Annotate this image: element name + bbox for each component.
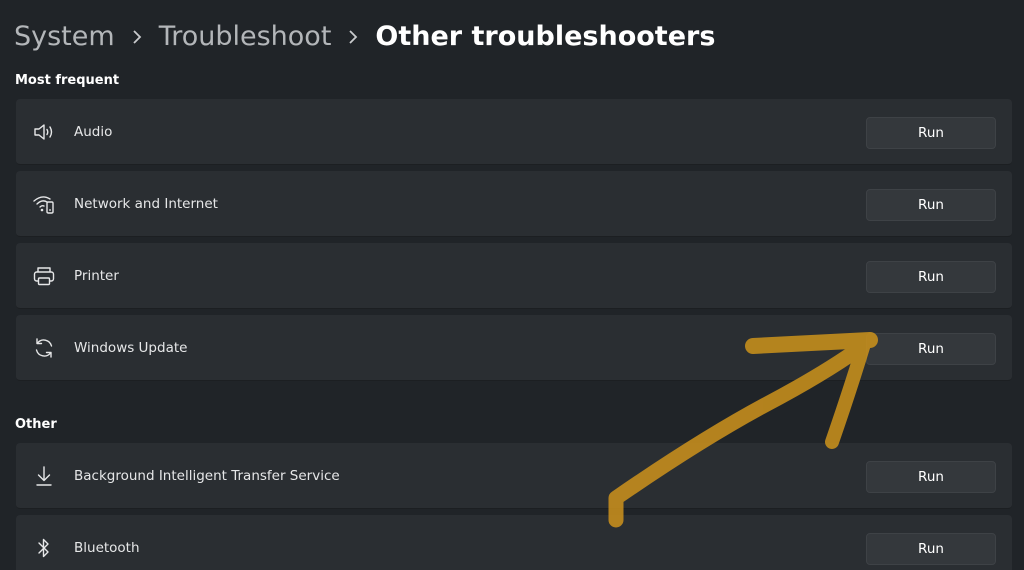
section-header-other: Other: [15, 417, 57, 432]
row-label: Printer: [74, 268, 119, 284]
chevron-right-icon: [115, 21, 159, 52]
breadcrumb: System Troubleshoot Other troubleshooter…: [14, 16, 715, 56]
printer-icon: [32, 264, 56, 288]
run-button-bits[interactable]: Run: [866, 461, 996, 493]
troubleshooter-row-network: Network and Internet Run: [16, 171, 1012, 237]
download-icon: [32, 464, 56, 488]
breadcrumb-troubleshoot[interactable]: Troubleshoot: [159, 21, 332, 52]
chevron-right-icon: [331, 21, 375, 52]
troubleshooter-row-bits: Background Intelligent Transfer Service …: [16, 443, 1012, 509]
sync-icon: [32, 336, 56, 360]
run-button-windows-update[interactable]: Run: [866, 333, 996, 365]
run-button-bluetooth[interactable]: Run: [866, 533, 996, 565]
row-label: Bluetooth: [74, 540, 140, 556]
speaker-icon: [32, 120, 56, 144]
network-icon: [32, 192, 56, 216]
page-title: Other troubleshooters: [375, 20, 716, 52]
run-button-printer[interactable]: Run: [866, 261, 996, 293]
row-label: Windows Update: [74, 340, 188, 356]
settings-page: System Troubleshoot Other troubleshooter…: [0, 0, 1024, 570]
troubleshooter-row-bluetooth: Bluetooth Run: [16, 515, 1012, 570]
row-label: Network and Internet: [74, 196, 218, 212]
troubleshooter-row-audio: Audio Run: [16, 99, 1012, 165]
section-header-most-frequent: Most frequent: [15, 73, 120, 88]
row-label: Audio: [74, 124, 113, 140]
row-label: Background Intelligent Transfer Service: [74, 468, 340, 484]
troubleshooter-row-printer: Printer Run: [16, 243, 1012, 309]
run-button-network[interactable]: Run: [866, 189, 996, 221]
bluetooth-icon: [32, 536, 56, 560]
run-button-audio[interactable]: Run: [866, 117, 996, 149]
troubleshooter-row-windows-update: Windows Update Run: [16, 315, 1012, 381]
breadcrumb-system[interactable]: System: [14, 21, 115, 52]
